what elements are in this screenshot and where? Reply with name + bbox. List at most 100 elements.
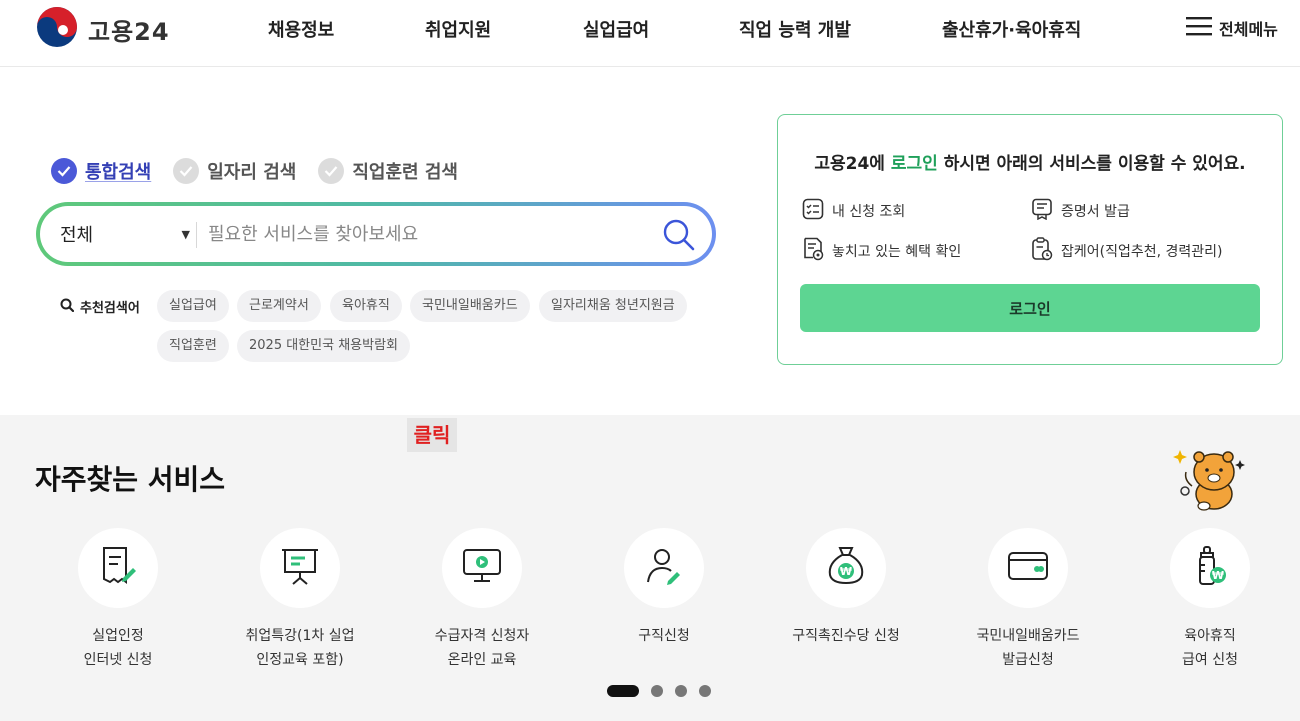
- document-pen-icon: [96, 544, 140, 592]
- service-label-line1: 구직촉진수당 신청: [792, 628, 900, 644]
- keyword-chip[interactable]: 육아휴직: [330, 290, 402, 322]
- service-label: 잡케어(직업추천, 경력관리): [1061, 244, 1223, 260]
- service-label-line1: 취업특강(1차 실업: [245, 628, 355, 644]
- keyword-chip[interactable]: 2025 대한민국 채용박람회: [237, 330, 410, 362]
- service-my-applications[interactable]: 내 신청 조회: [802, 198, 905, 224]
- service-job-lecture[interactable]: 취업특강(1차 실업인정교육 포함): [210, 528, 390, 672]
- pagination-dot-3[interactable]: [675, 685, 687, 697]
- nav-item-parental-leave[interactable]: 출산휴가·육아휴직: [942, 16, 1081, 42]
- login-button[interactable]: 로그인: [800, 284, 1260, 332]
- service-label: 놓치고 있는 혜택 확인: [832, 244, 962, 260]
- service-jobcare[interactable]: 잡케어(직업추천, 경력관리): [1031, 237, 1223, 265]
- tab-training-search[interactable]: 직업훈련 검색: [318, 158, 458, 184]
- service-label-line1: 구직신청: [638, 628, 690, 644]
- service-label-line2: 인터넷 신청: [83, 652, 153, 668]
- service-icon-circle: [442, 528, 522, 608]
- carousel-pagination: [607, 685, 711, 697]
- service-label: 수급자격 신청자온라인 교육: [392, 624, 572, 672]
- login-title-link[interactable]: 로그인: [891, 154, 938, 174]
- service-certificate[interactable]: 증명서 발급: [1031, 198, 1130, 224]
- service-label-line1: 육아휴직: [1184, 628, 1236, 644]
- service-label: 실업인정인터넷 신청: [28, 624, 208, 672]
- service-label-line2: 인정교육 포함): [256, 652, 344, 668]
- service-job-application[interactable]: 구직신청: [574, 528, 754, 648]
- list-check-icon: [802, 198, 824, 224]
- nav-item-employment-support[interactable]: 취업지원: [425, 16, 491, 42]
- service-label-line1: 국민내일배움카드: [976, 628, 1080, 644]
- service-online-education[interactable]: 수급자격 신청자온라인 교육: [392, 528, 572, 672]
- service-icon-circle: [988, 528, 1068, 608]
- service-label: 내 신청 조회: [832, 204, 906, 220]
- keyword-chip[interactable]: 국민내일배움카드: [410, 290, 530, 322]
- card-icon: [1006, 544, 1050, 592]
- clipboard-care-icon: [1031, 237, 1053, 265]
- keyword-chip[interactable]: 일자리채움 청년지원금: [539, 290, 687, 322]
- service-label: 구직촉진수당 신청: [756, 624, 936, 648]
- service-learning-card[interactable]: 국민내일배움카드발급신청: [938, 528, 1118, 672]
- check-circle-icon: [51, 158, 77, 184]
- nav-item-jobs[interactable]: 채용정보: [268, 16, 334, 42]
- main-nav: 채용정보 취업지원 실업급여 직업 능력 개발 출산휴가·육아휴직: [0, 16, 1300, 42]
- all-menu-label: 전체메뉴: [1219, 20, 1278, 39]
- page: 고용24 채용정보 취업지원 실업급여 직업 능력 개발 출산휴가·육아휴직 전…: [0, 0, 1300, 721]
- service-label-line2: 급여 신청: [1182, 652, 1238, 668]
- recommend-label-text: 추천검색어: [80, 301, 140, 316]
- tab-integrated-search[interactable]: 통합검색: [51, 158, 151, 184]
- nav-item-vocational-training[interactable]: 직업 능력 개발: [739, 16, 851, 42]
- pagination-dot-1[interactable]: [607, 685, 639, 697]
- service-label-line1: 실업인정: [92, 628, 144, 644]
- presentation-board-icon: [278, 544, 322, 592]
- caret-down-icon: ▼: [181, 227, 190, 241]
- service-label: 육아휴직급여 신청: [1120, 624, 1300, 672]
- service-label: 구직신청: [574, 624, 754, 648]
- svg-text:₩: ₩: [840, 565, 852, 578]
- login-panel-title: 고용24에 로그인 하시면 아래의 서비스를 이용할 수 있어요.: [778, 149, 1282, 174]
- service-missed-benefits[interactable]: 놓치고 있는 혜택 확인: [802, 237, 961, 265]
- service-label: 취업특강(1차 실업인정교육 포함): [210, 624, 390, 672]
- header: 고용24 채용정보 취업지원 실업급여 직업 능력 개발 출산휴가·육아휴직 전…: [0, 0, 1300, 67]
- check-circle-icon: [318, 158, 345, 184]
- login-title-post: 하시면 아래의 서비스를 이용할 수 있어요.: [937, 154, 1246, 174]
- baby-bottle-icon: ₩: [1188, 544, 1232, 592]
- svg-text:₩: ₩: [1212, 569, 1224, 582]
- search-input[interactable]: [208, 218, 648, 250]
- category-value: 전체: [60, 225, 94, 246]
- service-icon-circle: [78, 528, 158, 608]
- search-tabs: 통합검색 일자리 검색 직업훈련 검색: [51, 157, 480, 185]
- service-label-line2: 발급신청: [1002, 652, 1054, 668]
- service-unemployment-recognition[interactable]: 실업인정인터넷 신청: [28, 528, 208, 672]
- keyword-chip[interactable]: 직업훈련: [157, 330, 229, 362]
- category-select[interactable]: 전체 ▼: [60, 206, 190, 262]
- service-icon-circle: ₩: [806, 528, 886, 608]
- keyword-chip[interactable]: 근로계약서: [237, 290, 321, 322]
- section-title: 자주찾는 서비스: [35, 463, 226, 496]
- search-box-inner: 전체 ▼: [40, 206, 712, 262]
- recommend-label: 추천검색어: [60, 297, 140, 316]
- search-icon: [662, 219, 696, 256]
- document-benefit-icon: [802, 237, 824, 265]
- service-label-line2: 온라인 교육: [447, 652, 517, 668]
- login-title-pre: 고용24에: [814, 154, 891, 174]
- monitor-play-icon: [460, 544, 504, 592]
- nav-item-unemployment-benefit[interactable]: 실업급여: [583, 16, 649, 42]
- tab-job-search[interactable]: 일자리 검색: [173, 158, 296, 184]
- divider: [196, 222, 197, 248]
- service-job-seeking-allowance[interactable]: ₩ 구직촉진수당 신청: [756, 528, 936, 648]
- ryan-mascot-icon: [1172, 442, 1252, 512]
- service-parental-leave-benefit[interactable]: ₩ 육아휴직급여 신청: [1120, 528, 1300, 672]
- certificate-icon: [1031, 198, 1053, 224]
- keyword-chip[interactable]: 실업급여: [157, 290, 229, 322]
- service-label: 국민내일배움카드발급신청: [938, 624, 1118, 672]
- search-button[interactable]: [662, 218, 696, 252]
- pagination-dot-2[interactable]: [651, 685, 663, 697]
- service-label-line1: 수급자격 신청자: [434, 628, 530, 644]
- all-menu-button[interactable]: 전체메뉴: [1186, 16, 1278, 40]
- tab-label: 직업훈련 검색: [352, 162, 458, 183]
- service-icon-circle: ₩: [1170, 528, 1250, 608]
- person-pen-icon: [642, 544, 686, 592]
- hamburger-icon: [1186, 16, 1212, 40]
- check-circle-icon: [173, 158, 200, 184]
- money-bag-icon: ₩: [824, 544, 868, 592]
- service-icon-circle: [260, 528, 340, 608]
- pagination-dot-4[interactable]: [699, 685, 711, 697]
